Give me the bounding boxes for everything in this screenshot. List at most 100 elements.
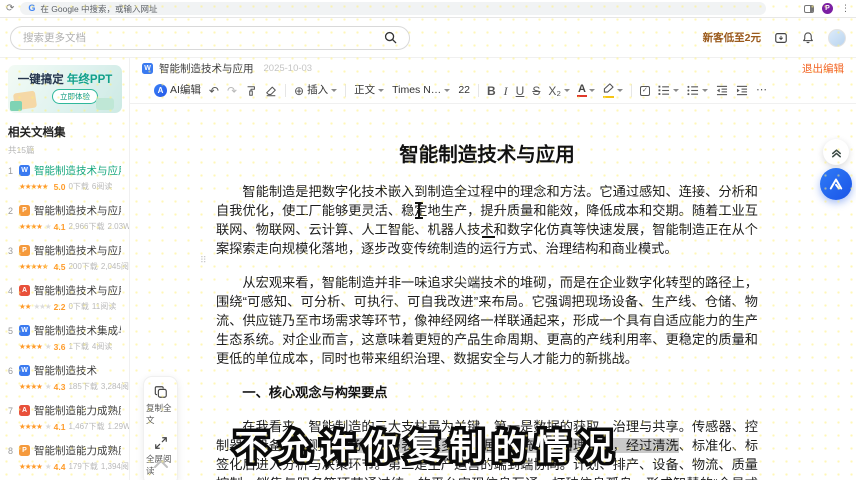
browser-bar: ⟳ G 在 Google 中搜索，或输入网址 P ⋮ xyxy=(0,0,856,18)
eraser-icon[interactable] xyxy=(265,85,277,97)
related-doc-item[interactable]: 3 P 智能制造技术与应用 ★★★★★ 4.5 200下载 2,045阅读 xyxy=(8,243,121,275)
paragraph-3[interactable]: 在我看来，智能制造的三大支柱最为关键。第一是数据的获取、治理与共享。传感器、控制… xyxy=(216,417,758,480)
document-date: 2025-10-03 xyxy=(264,63,313,74)
doc-item-title: 智能制造技术与应用 xyxy=(34,243,121,258)
related-doc-item[interactable]: 5 W 智能制造技术集成与… ★★★★ ★ 3.6 1下载 4阅读 xyxy=(8,323,121,355)
stars-filled: ★★★★★ xyxy=(19,262,48,271)
document-page[interactable]: ⠿ 智能制造技术与应用 智能制造是把数字化技术嵌入到制造全过程中的理念和方法。它… xyxy=(130,104,856,480)
ai-edit-button[interactable]: A AI编辑 xyxy=(154,84,201,97)
doc-rating: 4.1 xyxy=(54,222,66,232)
section-heading-1[interactable]: 一、核心观念与构架要点 xyxy=(216,383,758,402)
site-header: 搜索更多文档 新客低至2元 xyxy=(0,18,856,58)
toolbar-divider xyxy=(345,84,346,97)
browser-menu-icon[interactable]: ⋮ xyxy=(841,3,850,14)
related-doc-item[interactable]: 4 A 智能制造技术与应用 ★★ ★★★ 2.2 0下载 11阅读 xyxy=(8,283,121,315)
related-doc-item[interactable]: 1 W 智能制造技术与应用 ★★★★★ 5.0 0下载 6阅读 xyxy=(8,163,121,195)
user-avatar[interactable] xyxy=(828,29,846,47)
doc-rating: 2.2 xyxy=(54,302,66,312)
related-doc-item[interactable]: 2 P 智能制造技术与应用 ★★★★ ★ 4.1 2,966下载 2.03W阅读 xyxy=(8,203,121,235)
related-doc-item[interactable]: 6 W 智能制造技术 ★★★★ ★ 4.3 185下载 3,284阅读 xyxy=(8,363,121,395)
ai-assistant-button[interactable] xyxy=(820,168,852,200)
collapse-panel-icon[interactable] xyxy=(152,458,170,470)
browser-profile-avatar[interactable]: P xyxy=(822,3,833,14)
indent-increase-button[interactable] xyxy=(736,85,748,96)
search-input[interactable]: 搜索更多文档 xyxy=(10,26,410,50)
promo-link[interactable]: 新客低至2元 xyxy=(703,30,761,45)
sidebar: 一键搞定 年终PPT 立即体验 相关文档集 共15篇 1 W 智能制造技术与应用… xyxy=(0,58,130,480)
doc-downloads: 1,467下载 xyxy=(68,421,104,432)
toolbar-divider xyxy=(285,84,286,97)
redo-icon[interactable]: ↷ xyxy=(227,85,237,97)
doc-type-icon: W xyxy=(19,365,30,376)
downloads-icon[interactable] xyxy=(774,31,788,45)
doc-item-index: 6 xyxy=(8,366,15,376)
strikethrough-button[interactable]: S xyxy=(532,85,540,97)
app-window: ⟳ G 在 Google 中搜索，或输入网址 P ⋮ 搜索更多文档 新客低至2元 xyxy=(0,0,856,480)
doc-rating: 3.6 xyxy=(54,342,66,352)
stars-filled: ★★★★ xyxy=(19,462,42,471)
paragraph-drag-handle[interactable]: ⠿ xyxy=(200,255,206,266)
insert-button[interactable]: ⊕ 插入 xyxy=(294,85,337,97)
font-family-select[interactable]: Times N… xyxy=(392,85,450,96)
stars-empty: ★★★ xyxy=(33,302,50,311)
related-doc-item[interactable]: 7 A 智能制造能力成熟度… ★★★★ ★ 4.1 1,467下载 1.29W阅… xyxy=(8,403,121,435)
checklist-button[interactable]: ✓ xyxy=(640,86,650,96)
double-chevron-up-icon xyxy=(830,146,843,159)
stars-filled: ★★★★ xyxy=(19,342,42,351)
doc-reads: 1,394阅读 xyxy=(101,461,130,472)
more-tools-button[interactable]: ⋯ xyxy=(756,85,768,96)
font-color-button[interactable]: A xyxy=(578,84,595,97)
search-icon[interactable] xyxy=(384,31,397,44)
banner-cta-button[interactable]: 立即体验 xyxy=(52,89,98,104)
exit-edit-link[interactable]: 退出编辑 xyxy=(802,61,844,76)
bullet-list-button[interactable] xyxy=(687,85,708,96)
stars-filled: ★★ xyxy=(19,302,30,311)
highlight-button[interactable] xyxy=(603,83,623,98)
fullscreen-read-button[interactable]: 全屏阅读 xyxy=(146,436,175,477)
side-panel-icon[interactable] xyxy=(804,5,814,13)
italic-button[interactable]: I xyxy=(504,85,508,97)
google-logo-icon: G xyxy=(28,4,35,13)
editor-toolbar: A AI编辑 ↶ ↷ ⊕ 插入 正文 Times N… xyxy=(130,78,856,104)
reload-icon[interactable]: ⟳ xyxy=(6,4,14,14)
font-size-select[interactable]: 22 xyxy=(458,85,470,96)
address-bar[interactable]: G 在 Google 中搜索，或输入网址 xyxy=(20,2,766,15)
doc-item-index: 2 xyxy=(8,206,15,216)
related-docs-count: 共15篇 xyxy=(8,144,121,156)
word-doc-icon: W xyxy=(142,63,153,74)
paragraph-style-select[interactable]: 正文 xyxy=(354,85,384,96)
doc-reads: 6阅读 xyxy=(92,181,112,192)
document-tab[interactable]: W 智能制造技术与应用 2025-10-03 退出编辑 xyxy=(130,58,856,78)
stars-empty: ★ xyxy=(45,222,51,231)
underline-button[interactable]: U xyxy=(516,85,525,97)
promo-banner[interactable]: 一键搞定 年终PPT 立即体验 xyxy=(8,65,122,113)
chevron-down-icon xyxy=(564,89,570,92)
indent-decrease-button[interactable] xyxy=(716,85,728,96)
copy-full-text-button[interactable]: 复制全文 xyxy=(146,385,175,426)
format-painter-icon[interactable] xyxy=(245,85,257,97)
chevron-down-icon xyxy=(444,89,450,92)
bell-icon[interactable] xyxy=(801,31,815,45)
doc-reads: 11阅读 xyxy=(92,301,116,312)
doc-item-index: 7 xyxy=(8,406,15,416)
doc-item-title: 智能制造技术与应用 xyxy=(34,203,121,218)
bold-button[interactable]: B xyxy=(487,85,496,97)
subscript-button[interactable]: X₂ xyxy=(548,85,570,97)
doc-rating: 4.3 xyxy=(54,382,66,392)
toolbar-divider xyxy=(478,84,479,97)
doc-downloads: 1下载 xyxy=(68,341,88,352)
doc-item-title: 智能制造能力成熟度… xyxy=(34,403,121,418)
doc-item-index: 1 xyxy=(8,166,15,176)
undo-icon[interactable]: ↶ xyxy=(209,85,219,97)
document-title[interactable]: 智能制造技术与应用 xyxy=(216,138,758,167)
ordered-list-button[interactable]: 1 xyxy=(658,85,679,96)
doc-downloads: 0下载 xyxy=(68,181,88,192)
related-doc-item[interactable]: 8 P 智能制造能力成熟度… ★★★★ ★ 4.4 179下载 1,394阅读 xyxy=(8,443,121,475)
scroll-top-button[interactable] xyxy=(823,139,849,165)
toolbar-divider xyxy=(631,84,632,97)
paragraph-2[interactable]: 从宏观来看，智能制造并非一味追求尖端技术的堆砌，而是在企业数字化转型的路径上，围… xyxy=(216,273,758,368)
doc-item-title: 智能制造技术与应用 xyxy=(34,163,121,178)
paragraph-1[interactable]: 智能制造是把数字化技术嵌入到制造全过程中的理念和方法。它通过感知、连接、分析和自… xyxy=(216,182,758,258)
doc-rating: 4.5 xyxy=(54,262,66,272)
copy-icon xyxy=(154,385,168,399)
